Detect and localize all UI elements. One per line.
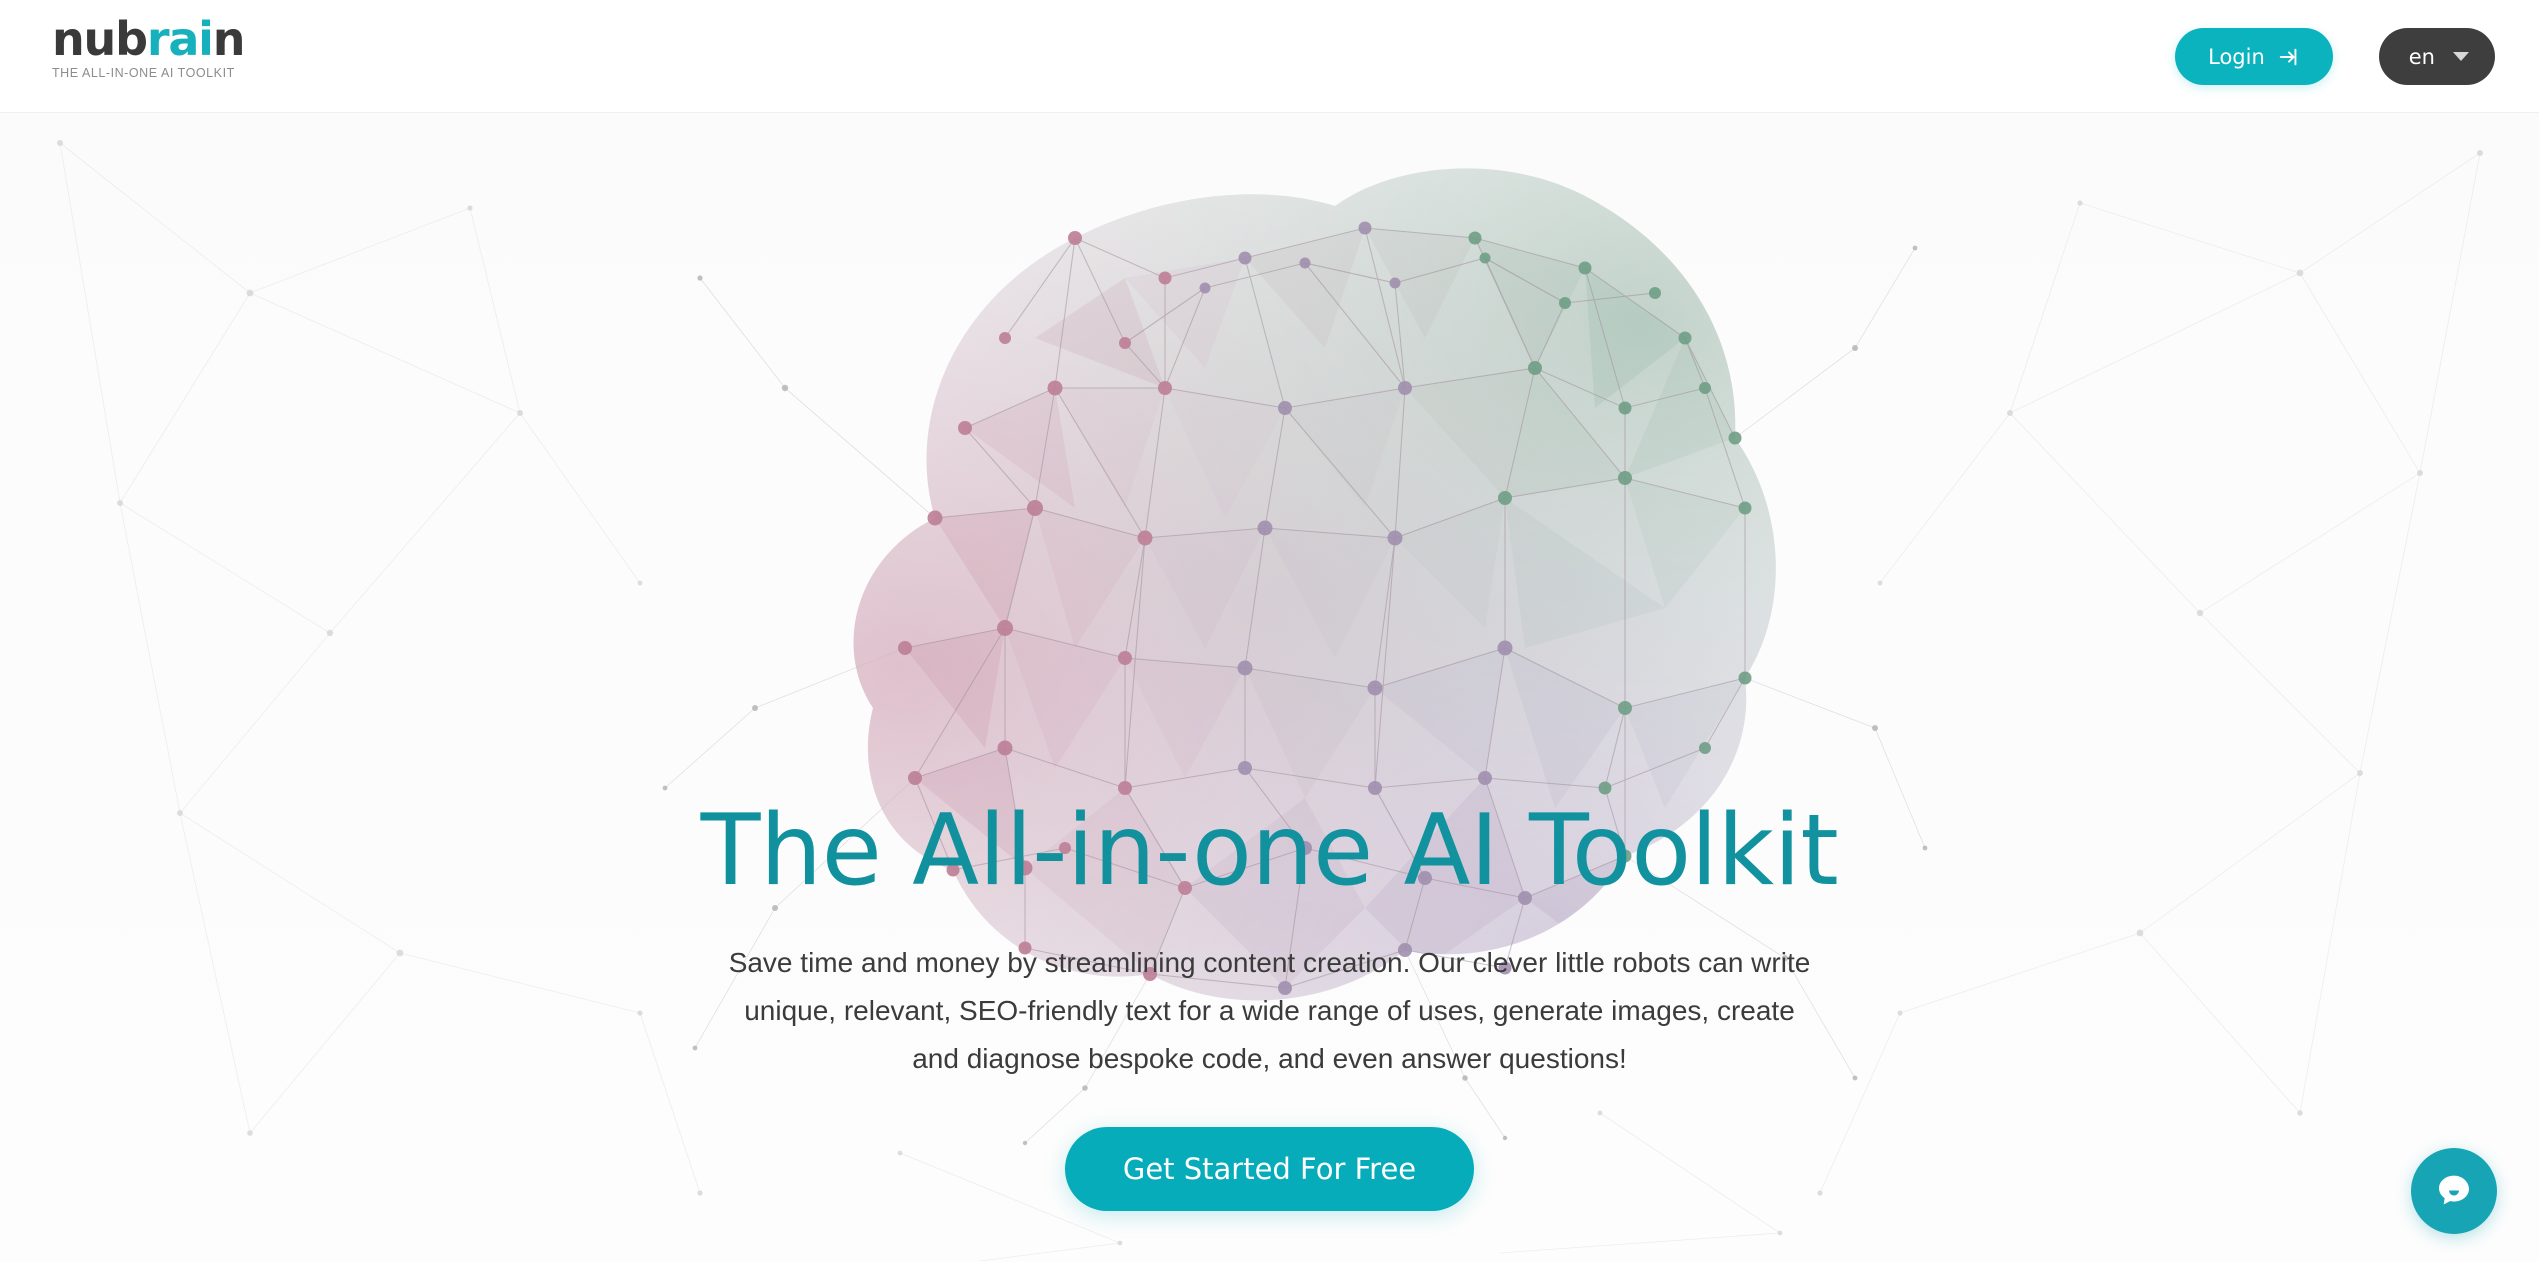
hero-content: The All-in-one AI Toolkit Save time and … [0, 113, 2539, 1211]
cta-wrapper: Get Started For Free [0, 1126, 2539, 1211]
language-selector-value: en [2408, 44, 2435, 69]
language-selector[interactable]: en [2378, 28, 2495, 85]
chevron-down-icon [2453, 52, 2469, 61]
logo-text-part-1: nub [52, 12, 148, 66]
brand-logo[interactable]: nubrain THE ALL-IN-ONE AI TOOLKIT [52, 14, 302, 80]
site-header: nubrain THE ALL-IN-ONE AI TOOLKIT Login … [0, 0, 2539, 113]
logo-text-part-2: n [212, 12, 246, 66]
logo-tagline: THE ALL-IN-ONE AI TOOLKIT [52, 66, 235, 80]
login-button-label: Login [2208, 44, 2265, 69]
logo-wordmark: nubrain [52, 14, 302, 64]
page-root: nubrain THE ALL-IN-ONE AI TOOLKIT Login … [0, 0, 2539, 1262]
hero-subtitle: Save time and money by streamlining cont… [728, 946, 1811, 1074]
page-title: The All-in-one AI Toolkit [0, 800, 2539, 903]
login-arrow-icon [2278, 46, 2300, 68]
chat-bubble-icon [2432, 1168, 2476, 1215]
login-button[interactable]: Login [2175, 28, 2333, 85]
hero-section: The All-in-one AI Toolkit Save time and … [0, 113, 2539, 1262]
get-started-button[interactable]: Get Started For Free [1064, 1126, 1475, 1211]
header-actions: Login en [2175, 0, 2495, 113]
logo-text-accent: rai [146, 12, 214, 66]
chat-widget-button[interactable] [2411, 1148, 2497, 1234]
